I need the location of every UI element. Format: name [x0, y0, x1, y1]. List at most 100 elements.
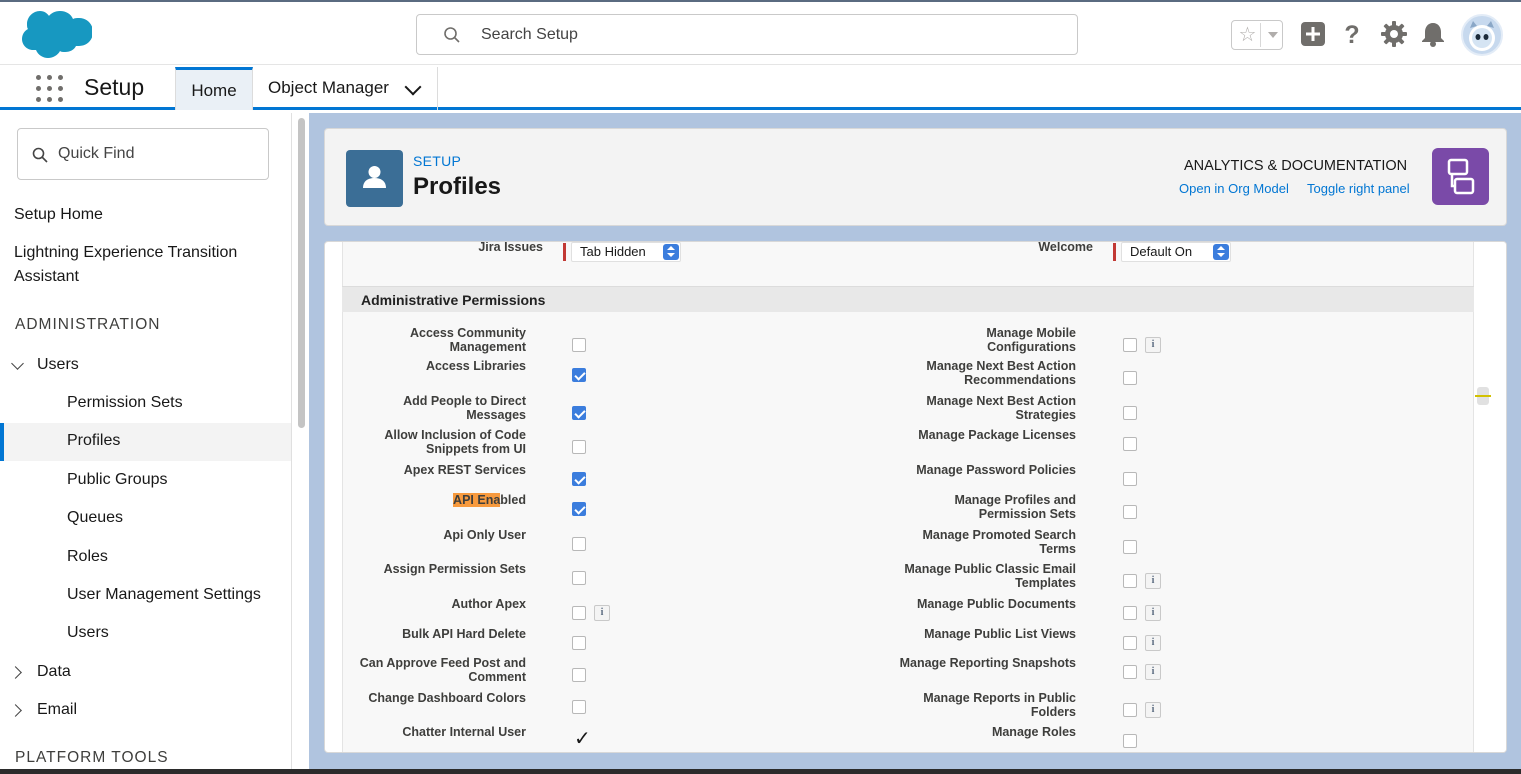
permission-label-line2: Folders [1030, 704, 1076, 719]
permission-checkbox[interactable] [1123, 437, 1137, 451]
info-icon[interactable]: i [1145, 337, 1161, 353]
permission-checkbox[interactable] [1123, 574, 1137, 588]
permission-label: Manage Profiles and Permission Sets [876, 493, 1076, 521]
sidebar-item-user-management-settings[interactable]: User Management Settings [67, 586, 261, 604]
scroll-position-marker[interactable] [1475, 387, 1491, 405]
permission-checkbox[interactable] [1123, 734, 1137, 748]
info-icon[interactable]: i [1145, 702, 1161, 718]
permission-label-line1: Bulk API Hard Delete [402, 627, 526, 641]
permission-checkbox[interactable] [1123, 540, 1137, 554]
permission-label: Manage Package Licenses [876, 428, 1076, 443]
tab-object-manager[interactable]: Object Manager [254, 67, 438, 110]
jira-issues-select[interactable]: Tab Hidden [571, 242, 681, 262]
permission-label: Manage Mobile Configurations [876, 326, 1076, 354]
sidebar-item-permission-sets[interactable]: Permission Sets [67, 394, 183, 412]
permission-checkbox[interactable] [572, 472, 586, 486]
permission-checkbox[interactable] [572, 368, 586, 382]
chevron-down-icon[interactable] [11, 357, 24, 370]
profile-icon [346, 150, 403, 207]
permission-checkbox[interactable] [1123, 505, 1137, 519]
permission-checkbox[interactable] [572, 440, 586, 454]
permission-checkbox[interactable] [1123, 606, 1137, 620]
astro-avatar-icon [1469, 21, 1495, 51]
scrollbar-thumb[interactable] [298, 118, 305, 428]
sidebar-group-email[interactable]: Email [37, 701, 77, 719]
permission-label-line1: Manage Package Licenses [918, 428, 1076, 442]
permission-checkbox[interactable] [1123, 406, 1137, 420]
tab-home-label: Home [191, 81, 237, 100]
permission-checkbox[interactable] [1123, 472, 1137, 486]
permission-label: Access Community Management [326, 326, 526, 354]
info-icon[interactable]: i [594, 605, 610, 621]
sidebar-section-administration: ADMINISTRATION [15, 316, 161, 333]
user-avatar[interactable] [1461, 14, 1503, 56]
tab-object-manager-label: Object Manager [268, 78, 389, 97]
permission-checkbox[interactable] [572, 502, 586, 516]
permission-checkbox[interactable] [572, 636, 586, 650]
permission-label-line1: Manage Roles [991, 725, 1076, 739]
permission-checkbox[interactable] [572, 606, 586, 620]
permission-checkbox[interactable] [1123, 703, 1137, 717]
info-icon[interactable]: i [1145, 635, 1161, 651]
plus-icon[interactable] [1299, 20, 1327, 48]
bell-icon[interactable] [1419, 20, 1447, 48]
chevron-right-icon[interactable] [9, 704, 22, 717]
permission-label-line1: Chatter Internal User [402, 725, 526, 739]
tab-home[interactable]: Home [175, 67, 253, 110]
sidebar-group-data[interactable]: Data [37, 663, 71, 681]
permission-checkbox[interactable] [1123, 338, 1137, 352]
sidebar-item-public-groups[interactable]: Public Groups [67, 471, 168, 489]
permission-label: Allow Inclusion of Code Snippets from UI [326, 428, 526, 456]
permission-label-line1: Manage Public List Views [924, 627, 1076, 641]
permission-checkbox[interactable] [1123, 665, 1137, 679]
sidebar-group-users[interactable]: Users [37, 356, 79, 374]
tab-setting-label-welcome: Welcome [1038, 241, 1093, 254]
permission-label: Manage Public Classic Email Templates [876, 562, 1076, 590]
sidebar-item-lightning-transition[interactable]: Lightning Experience Transition [14, 244, 237, 262]
org-model-icon[interactable] [1432, 148, 1489, 205]
sidebar-item-users[interactable]: Users [67, 624, 109, 642]
analytics-heading: ANALYTICS & DOCUMENTATION [1184, 158, 1408, 174]
page-eyebrow: SETUP [413, 153, 462, 169]
salesforce-logo[interactable] [18, 10, 92, 62]
permission-checkbox[interactable] [572, 668, 586, 682]
select-arrows-icon [663, 244, 679, 260]
permission-label-line2: Strategies [1015, 407, 1076, 422]
search-setup-input[interactable]: Search Setup [416, 14, 1078, 55]
sidebar-item-roles[interactable]: Roles [67, 548, 108, 566]
info-icon[interactable]: i [1145, 605, 1161, 621]
toggle-right-panel-link[interactable]: Toggle right panel [1307, 181, 1410, 196]
sidebar-item-queues[interactable]: Queues [67, 509, 123, 527]
help-icon[interactable]: ? [1338, 20, 1366, 48]
open-in-org-model-link[interactable]: Open in Org Model [1179, 181, 1289, 196]
checkmark-icon: ✓ [574, 728, 591, 750]
favorites-button[interactable]: ☆ [1231, 20, 1283, 50]
info-icon[interactable]: i [1145, 573, 1161, 589]
app-launcher-icon[interactable] [36, 75, 64, 103]
gear-icon[interactable] [1380, 20, 1408, 48]
permission-checkbox[interactable] [572, 338, 586, 352]
sidebar-item-profiles[interactable]: Profiles [67, 432, 120, 450]
permission-label: Can Approve Feed Post and Comment [326, 656, 526, 684]
welcome-select[interactable]: Default On [1121, 242, 1231, 262]
permission-label-line1: Manage Promoted Search [922, 528, 1076, 542]
sidebar-scrollbar[interactable] [296, 116, 308, 774]
permission-checkbox[interactable] [572, 406, 586, 420]
chevron-right-icon[interactable] [9, 666, 22, 679]
permission-checkbox[interactable] [572, 571, 586, 585]
permission-checkbox[interactable] [1123, 371, 1137, 385]
quick-find-input[interactable]: Quick Find [17, 128, 269, 180]
permission-label-line2: Templates [1015, 575, 1076, 590]
info-icon[interactable]: i [1145, 664, 1161, 680]
permission-label: Bulk API Hard Delete [326, 627, 526, 642]
chevron-down-icon[interactable] [404, 78, 422, 96]
sidebar-item-setup-home[interactable]: Setup Home [14, 206, 103, 224]
chevron-down-icon[interactable] [1268, 32, 1278, 38]
permission-checkbox[interactable] [572, 700, 586, 714]
permission-label: Author Apex [326, 597, 526, 612]
sidebar-item-lightning-transition-line2[interactable]: Assistant [14, 268, 79, 286]
permission-checkbox[interactable] [1123, 636, 1137, 650]
permission-label-line1: Change Dashboard Colors [368, 691, 526, 705]
permission-label-line2: Permission Sets [978, 506, 1076, 521]
permission-checkbox[interactable] [572, 537, 586, 551]
